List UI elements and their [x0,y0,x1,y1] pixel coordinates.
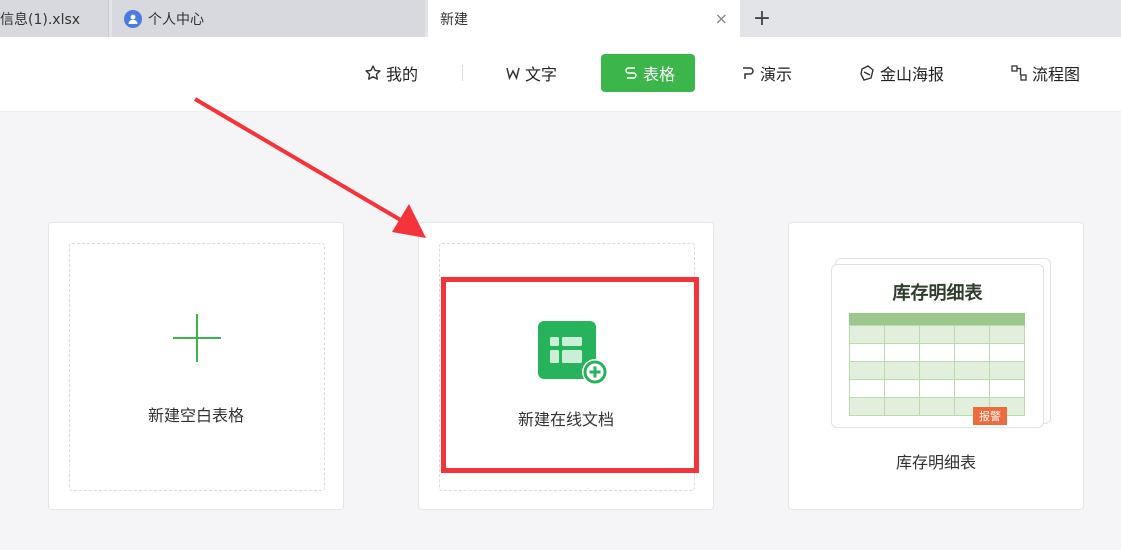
s-icon [623,65,639,81]
tab-label: 新建 [440,11,468,28]
nav-flowchart[interactable]: 流程图 [1010,54,1080,92]
new-tab-button[interactable]: + [748,4,776,32]
star-icon [364,64,382,82]
nav-label: 文字 [525,65,558,84]
nav-divider [462,65,463,81]
nav-poster[interactable]: 金山海报 [858,54,944,92]
nav-label: 表格 [643,65,676,84]
card-label: 新建空白表格 [147,406,244,425]
user-avatar-icon [124,9,142,28]
w-icon [505,65,521,81]
nav-spreadsheet[interactable]: 表格 [601,54,696,92]
nav-writer[interactable]: 文字 [505,54,557,92]
card-dashed-frame [69,243,325,491]
tab-personal-center[interactable]: 个人中心 [112,0,425,37]
p-icon [740,65,756,81]
thumbnail-table: 报警 [849,313,1025,425]
nav-label: 流程图 [1032,65,1081,84]
poster-icon [858,64,876,82]
highlight-box [441,277,699,473]
nav-label: 演示 [760,65,793,84]
nav-label: 我的 [386,65,419,84]
category-nav: 我的 文字 表格 演示 金山海报 流程图 [0,37,1121,112]
tab-label: 信息(1).xlsx [0,11,81,28]
nav-label: 金山海报 [880,65,945,84]
close-icon[interactable]: × [715,9,728,28]
flowchart-icon [1010,64,1028,82]
tab-label: 个人中心 [148,11,204,28]
template-thumbnail[interactable]: 库存明细表 报警 [831,264,1044,428]
tab-xlsx[interactable]: 信息(1).xlsx [0,0,109,37]
tab-new[interactable]: 新建 × [428,0,740,37]
tab-strip: 信息(1).xlsx 个人中心 新建 × + [0,0,1121,37]
thumbnail-title: 库存明细表 [892,283,983,304]
plus-icon [173,314,221,362]
card-label: 库存明细表 [895,453,976,472]
nav-presentation[interactable]: 演示 [740,54,792,92]
nav-my[interactable]: 我的 [364,54,418,92]
alert-badge: 报警 [973,407,1007,425]
new-blank-spreadsheet-card[interactable]: 新建空白表格 [48,222,344,510]
